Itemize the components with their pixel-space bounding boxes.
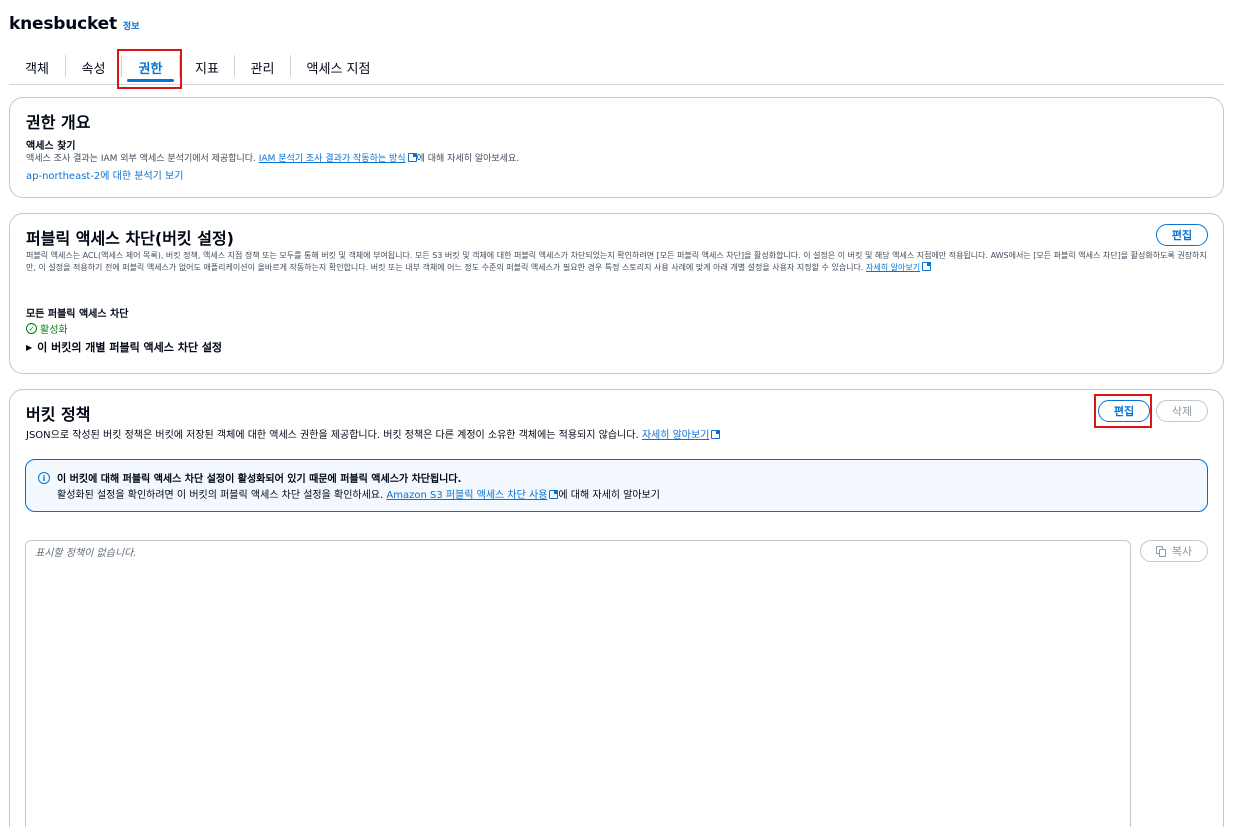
s3-block-public-access-link[interactable]: Amazon S3 퍼블릭 액세스 차단 사용 (386, 490, 547, 501)
block-all-label: 모든 퍼블릭 액세스 차단 (26, 309, 129, 320)
edit-bucket-policy-button[interactable]: 편집 (1098, 400, 1150, 422)
tab-properties[interactable]: 속성 (66, 50, 121, 84)
edit-block-public-access-button[interactable]: 편집 (1156, 224, 1208, 246)
overview-description: 액세스 조사 결과는 IAM 외부 액세스 분석기에서 제공합니다. IAM 분… (26, 153, 519, 165)
copy-icon (1155, 545, 1167, 557)
tab-management[interactable]: 관리 (235, 50, 290, 84)
page-header: knesbucket 정보 (9, 14, 139, 34)
check-circle-icon: ✓ (26, 323, 37, 334)
copy-label: 복사 (1171, 545, 1193, 558)
caret-right-icon: ▶ (26, 342, 33, 352)
tab-bar: 객체 속성 권한 지표 관리 액세스 지점 (9, 50, 1224, 85)
alert-title: 이 버킷에 대해 퍼블릭 액세스 차단 설정이 활성화되어 있기 때문에 퍼블릭… (57, 474, 462, 485)
bucket-policy-description: JSON으로 작성된 버킷 정책은 버킷에 저장된 객체에 대한 액세스 권한을… (26, 426, 721, 441)
info-link[interactable]: 정보 (123, 19, 140, 32)
editor-placeholder: 표시할 정책이 없습니다. (35, 548, 137, 559)
copy-policy-button[interactable]: 복사 (1140, 540, 1208, 562)
tab-access-points[interactable]: 액세스 지점 (291, 50, 386, 84)
block-public-access-text: 퍼블릭 액세스는 ACL(액세스 제어 목록), 버킷 정책, 액세스 지점 정… (26, 251, 1207, 272)
view-analyzer-link[interactable]: ap-northeast-2에 대한 분석기 보기 (26, 167, 183, 182)
info-icon: i (38, 472, 50, 484)
block-all-status: ✓ 활성화 (26, 321, 68, 336)
block-public-access-title: 퍼블릭 액세스 차단(버킷 설정) (26, 229, 234, 248)
external-link-icon (711, 430, 721, 439)
block-public-access-learn-more-link[interactable]: 자세히 알아보기 (866, 263, 920, 272)
individual-settings-expander[interactable]: ▶ 이 버킷의 개별 퍼블릭 액세스 차단 설정 (26, 339, 222, 355)
public-access-blocked-alert: i 이 버킷에 대해 퍼블릭 액세스 차단 설정이 활성화되어 있기 때문에 퍼… (25, 459, 1208, 512)
iam-analyzer-docs-link[interactable]: IAM 분석기 조사 결과가 작동하는 방식 (259, 154, 406, 164)
overview-description-text: 액세스 조사 결과는 IAM 외부 액세스 분석기에서 제공합니다. (26, 154, 259, 164)
tab-objects[interactable]: 객체 (9, 50, 65, 84)
bucket-name: knesbucket (9, 14, 117, 34)
bucket-policy-text: JSON으로 작성된 버킷 정책은 버킷에 저장된 객체에 대한 액세스 권한을… (26, 430, 642, 441)
overview-description-suffix: 에 대해 자세히 알아보세요. (416, 154, 520, 164)
external-link-icon (922, 262, 932, 271)
delete-bucket-policy-button[interactable]: 삭제 (1156, 400, 1208, 422)
status-text: 활성화 (40, 325, 68, 336)
tab-permissions[interactable]: 권한 (122, 50, 179, 84)
bucket-policy-card: 버킷 정책 편집 삭제 JSON으로 작성된 버킷 정책은 버킷에 저장된 객체… (9, 389, 1224, 827)
external-link-icon (549, 490, 559, 499)
overview-title: 권한 개요 (26, 113, 91, 132)
block-public-access-card: 퍼블릭 액세스 차단(버킷 설정) 편집 퍼블릭 액세스는 ACL(액세스 제어… (9, 213, 1224, 374)
bucket-policy-title: 버킷 정책 (26, 405, 91, 424)
permissions-overview-card: 권한 개요 액세스 찾기 액세스 조사 결과는 IAM 외부 액세스 분석기에서… (9, 97, 1224, 198)
bucket-policy-learn-more-link[interactable]: 자세히 알아보기 (642, 430, 710, 441)
individual-settings-label: 이 버킷의 개별 퍼블릭 액세스 차단 설정 (37, 341, 223, 354)
alert-body: 활성화된 설정을 확인하려면 이 버킷의 퍼블릭 액세스 차단 설정을 확인하세… (57, 486, 660, 501)
external-link-icon (407, 153, 417, 162)
access-finder-title: 액세스 찾기 (26, 141, 76, 152)
policy-json-viewer[interactable]: 표시할 정책이 없습니다. (25, 540, 1131, 827)
alert-body-text: 활성화된 설정을 확인하려면 이 버킷의 퍼블릭 액세스 차단 설정을 확인하세… (57, 490, 387, 501)
alert-body-suffix: 에 대해 자세히 알아보기 (558, 490, 660, 501)
tab-metrics[interactable]: 지표 (180, 50, 234, 84)
block-public-access-description: 퍼블릭 액세스는 ACL(액세스 제어 목록), 버킷 정책, 액세스 지점 정… (26, 250, 1210, 274)
